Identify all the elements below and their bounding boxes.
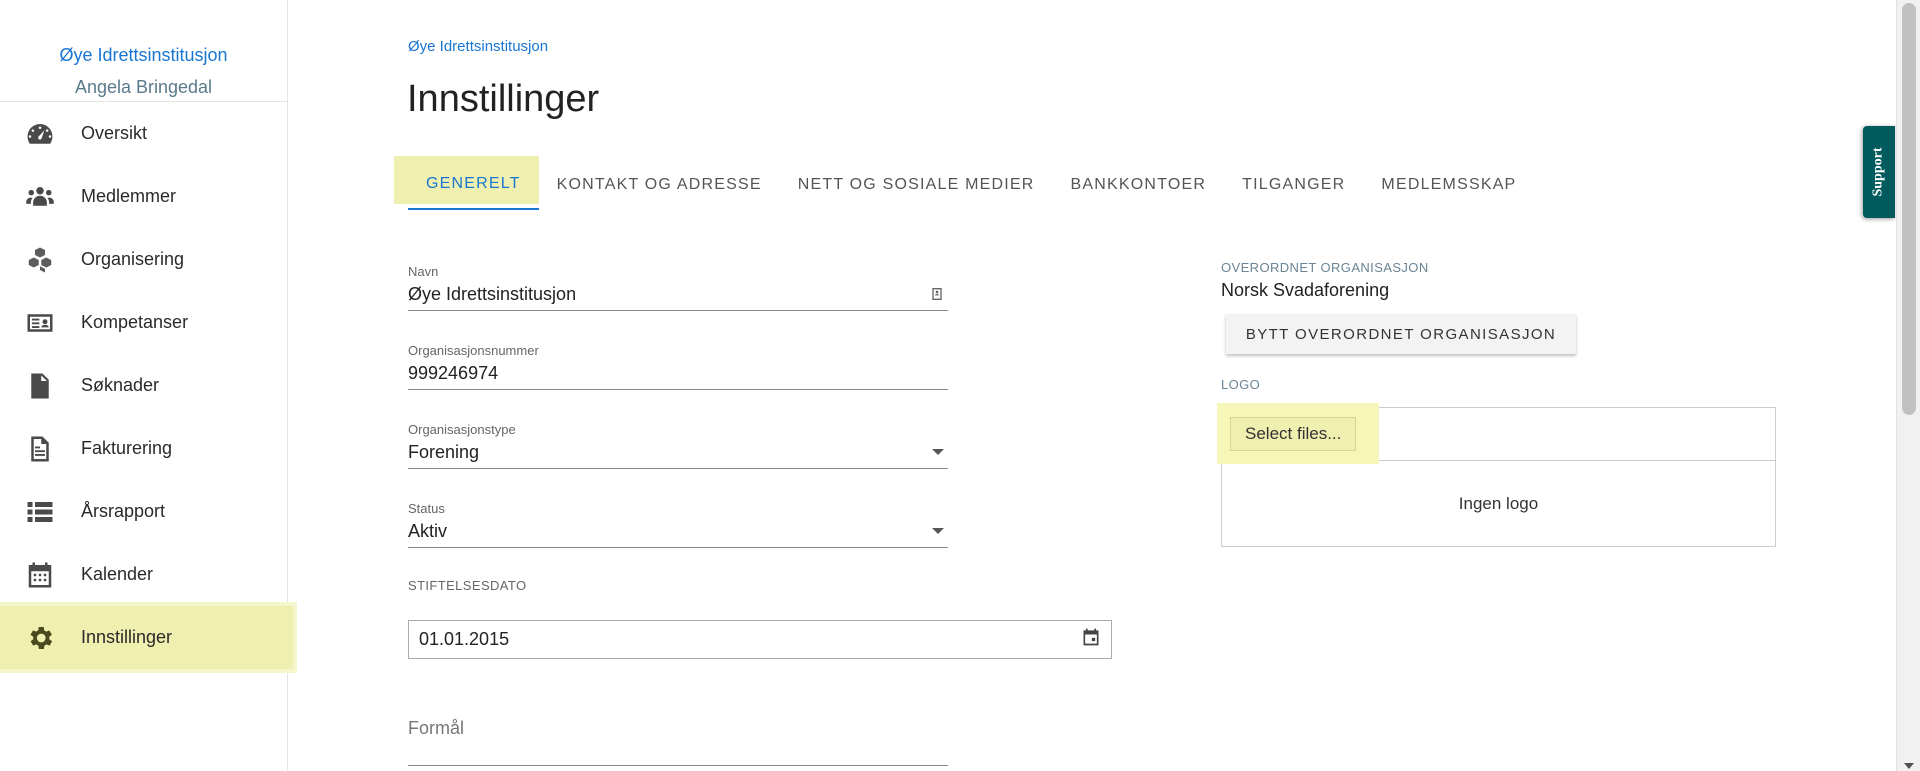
sidebar-item-fakturering[interactable]: Fakturering [0,417,287,480]
tab-bankkontoer[interactable]: BANKKONTOER [1053,160,1225,210]
no-logo-text: Ingen logo [1458,494,1539,513]
chevron-down-icon[interactable] [932,528,944,534]
sidebar-item-label: Kompetanser [81,312,189,332]
status-value[interactable]: Aktiv [408,519,447,543]
scroll-down-arrow-icon[interactable] [1904,763,1914,769]
org-name[interactable]: Øye Idrettsinstitusjon [0,44,287,66]
logo-label: LOGO [1221,377,1261,392]
sidebar-item-label: Medlemmer [81,186,177,206]
document-icon [24,370,56,402]
support-button[interactable]: Support [1863,126,1895,218]
tab-kontakt-og-adresse[interactable]: KONTAKT OG ADRESSE [539,160,780,210]
sidebar-item-organisering[interactable]: Organisering [0,228,287,291]
orgtype-select[interactable]: Organisasjonstype Forening [408,422,948,469]
status-select[interactable]: Status Aktiv [408,501,948,548]
sidebar-item-medlemmer[interactable]: Medlemmer [0,165,287,228]
select-files-button[interactable]: Select files... [1230,417,1357,451]
parent-org-value: Norsk Svadaforening [1221,280,1390,300]
sidebar-item-soknader[interactable]: Søknader [0,354,287,417]
sidebar: Øye Idrettsinstitusjon Angela Bringedal … [0,0,293,771]
name-field[interactable]: Navn Øye Idrettsinstitusjon [408,264,948,311]
org-header: Øye Idrettsinstitusjon Angela Bringedal [0,0,287,102]
logo-upload: Select files... Ingen logo [1217,403,1776,547]
user-name[interactable]: Angela Bringedal [0,76,287,98]
calendar-icon[interactable] [1081,627,1101,652]
purpose-label: Formål [408,718,465,738]
list-icon [24,496,56,528]
founded-date-input[interactable]: 01.01.2015 [408,620,1112,659]
sidebar-nav: Oversikt Medlemmer Organisering Kompetan… [0,102,293,669]
breadcrumb[interactable]: Øye Idrettsinstitusjon [408,38,548,55]
sidebar-item-label: Årsrapport [81,501,166,521]
invoice-icon [24,433,56,465]
tab-medlemsskap[interactable]: MEDLEMSSKAP [1363,160,1534,210]
status-label: Status [408,501,445,516]
name-value[interactable]: Øye Idrettsinstitusjon [408,282,576,306]
orgnr-label: Organisasjonsnummer [408,343,539,358]
sidebar-item-oversikt[interactable]: Oversikt [0,102,287,165]
tab-nett-og-sosiale-medier[interactable]: NETT OG SOSIALE MEDIER [780,160,1053,210]
page-title: Innstillinger [407,78,600,120]
change-parent-org-button[interactable]: BYTT OVERORDNET ORGANISASJON [1226,314,1576,354]
sidebar-item-label: Kalender [81,564,154,584]
calendar-icon [24,559,56,591]
sidebar-item-innstillinger[interactable]: Innstillinger [0,606,293,669]
upload-toolbar: Select files... [1217,403,1775,464]
sidebar-item-kalender[interactable]: Kalender [0,543,287,606]
sidebar-item-label: Fakturering [81,438,173,458]
founded-label: STIFTELSESDATO [408,578,527,593]
sidebar-item-label: Innstillinger [81,627,173,647]
chevron-down-icon[interactable] [932,449,944,455]
sidebar-item-label: Søknader [81,375,160,395]
sidebar-item-kompetanser[interactable]: Kompetanser [0,291,287,354]
orgnr-value[interactable]: 999246974 [408,361,498,385]
scrollbar[interactable] [1896,0,1920,771]
tab-tilganger[interactable]: TILGANGER [1224,160,1363,210]
name-label: Navn [408,264,439,279]
id-card-icon [24,307,56,339]
orgtype-label: Organisasjonstype [408,422,516,437]
support-label: Support [1871,147,1886,197]
founded-date-value[interactable]: 01.01.2015 [419,629,509,650]
speedometer-icon [24,118,56,150]
orgnr-field[interactable]: Organisasjonsnummer 999246974 [408,343,948,390]
people-icon [24,181,56,213]
purpose-field[interactable]: Formål [408,718,948,766]
cubes-icon [24,244,56,276]
sidebar-item-label: Oversikt [81,123,148,143]
gear-icon [24,622,56,654]
sidebar-item-arsrapport[interactable]: Årsrapport [0,480,287,543]
orgtype-value[interactable]: Forening [408,440,479,464]
sidebar-item-label: Organisering [81,249,185,269]
settings-tabs: GENERELT KONTAKT OG ADRESSE NETT OG SOSI… [394,156,1534,210]
contact-card-icon[interactable] [926,283,948,305]
main-content: Øye Idrettsinstitusjon Innstillinger GEN… [288,0,1920,771]
parent-org-label: OVERORDNET ORGANISASJON [1221,260,1429,275]
tab-generelt[interactable]: GENERELT [394,156,539,210]
scrollbar-thumb[interactable] [1902,3,1916,415]
